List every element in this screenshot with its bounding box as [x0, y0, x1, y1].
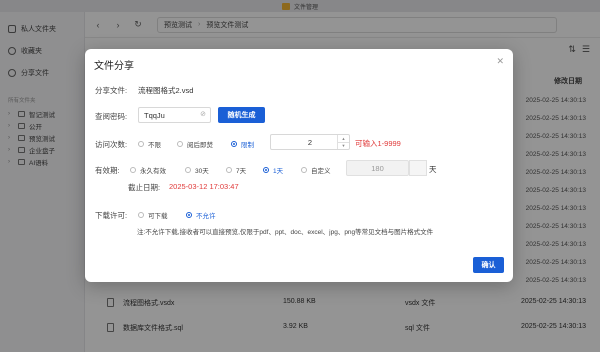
radio-label: 限制	[241, 142, 254, 149]
close-icon[interactable]: ✕	[496, 56, 504, 67]
expire-label: 截止日期:	[128, 183, 161, 192]
radio-label: 可下载	[148, 213, 168, 220]
radio-icon	[263, 167, 269, 173]
download-note: 注:不允许下载,接收者可以直接预览,仅限于pdf、ppt、doc、excel、j…	[137, 229, 434, 236]
chevron-up-icon[interactable]: ▲	[338, 135, 349, 143]
visits-label: 访问次数:	[95, 140, 128, 149]
validity-option-custom[interactable]: 自定义	[301, 165, 331, 175]
validity-option-7d[interactable]: 7天	[226, 165, 246, 175]
visits-option-limit[interactable]: 限制	[231, 139, 254, 149]
radio-icon	[231, 141, 237, 147]
download-option-deny[interactable]: 不允许	[186, 210, 216, 220]
visits-option-burn[interactable]: 阅后即焚	[177, 139, 213, 149]
password-label: 查阅密码:	[95, 112, 128, 121]
share-dialog: 文件分享 ✕ 分享文件: 流程图格式2.vsd 查阅密码: TqqJu ⊘ 随机…	[85, 49, 513, 282]
radio-icon	[138, 212, 144, 218]
expire-value: 2025-03-12 17:03:47	[169, 182, 239, 191]
validity-label: 有效期:	[95, 166, 120, 175]
validity-option-30d[interactable]: 30天	[185, 165, 209, 175]
share-file-value: 流程图格式2.vsd	[138, 86, 194, 95]
visits-hint: 可输入1-9999	[355, 139, 401, 148]
radio-icon	[177, 141, 183, 147]
radio-label: 30天	[195, 168, 209, 175]
visits-option-unlimited[interactable]: 不限	[138, 139, 161, 149]
visits-count-stepper[interactable]: 2 ▲ ▼	[270, 134, 350, 150]
download-label: 下载许可:	[95, 211, 128, 220]
radio-label: 自定义	[311, 168, 331, 175]
radio-label: 1天	[273, 168, 284, 175]
radio-label: 永久有效	[140, 168, 166, 175]
radio-icon	[226, 167, 232, 173]
download-option-allow[interactable]: 可下载	[138, 210, 168, 220]
radio-icon	[186, 212, 192, 218]
password-value: TqqJu	[144, 110, 165, 120]
password-input[interactable]: TqqJu ⊘	[138, 107, 211, 123]
custom-days-value: 180	[371, 163, 384, 173]
radio-label: 7天	[236, 168, 247, 175]
radio-label: 不限	[148, 142, 161, 149]
chevron-down-icon[interactable]: ▼	[338, 143, 349, 150]
radio-icon	[130, 167, 136, 173]
validity-option-1d[interactable]: 1天	[263, 165, 283, 175]
stepper-value: 2	[307, 137, 313, 147]
radio-icon	[138, 141, 144, 147]
custom-days-unit: 天	[429, 165, 437, 174]
dialog-title: 文件分享	[94, 61, 134, 72]
confirm-button[interactable]: 确认	[473, 257, 504, 273]
clear-circle-icon[interactable]: ⊘	[200, 110, 206, 118]
share-file-label: 分享文件:	[95, 86, 128, 95]
custom-days-spinner	[409, 160, 427, 176]
custom-days-input: 180	[346, 160, 409, 176]
radio-label: 阅后即焚	[187, 142, 213, 149]
radio-icon	[301, 167, 307, 173]
validity-option-forever[interactable]: 永久有效	[130, 165, 166, 175]
radio-icon	[185, 167, 191, 173]
radio-label: 不允许	[196, 213, 216, 220]
random-generate-button[interactable]: 随机生成	[218, 107, 265, 123]
